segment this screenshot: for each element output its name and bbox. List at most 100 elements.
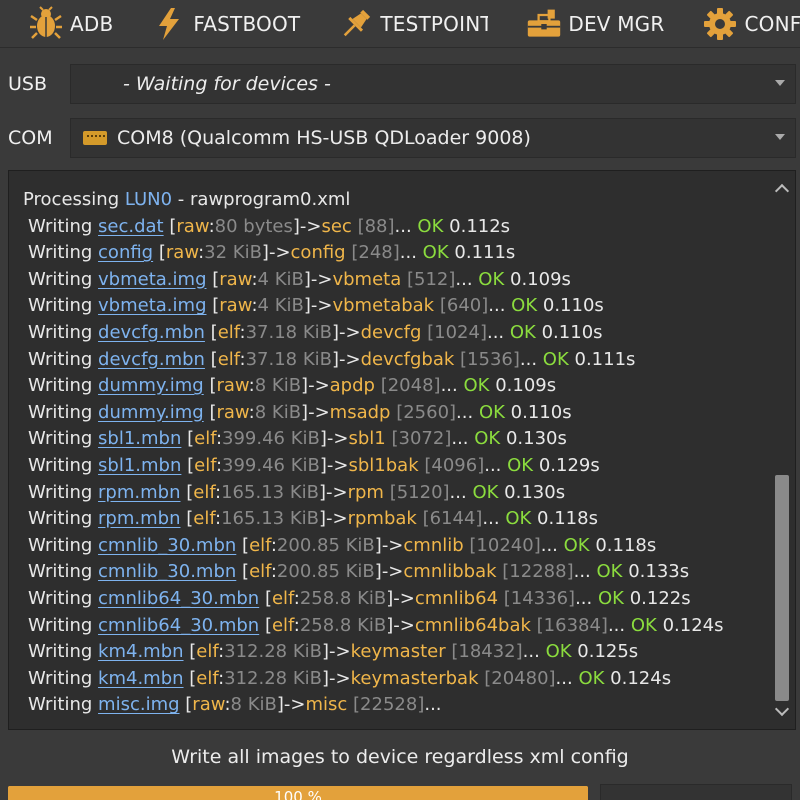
serial-port-icon xyxy=(83,131,107,145)
log-format: elf xyxy=(249,534,271,556)
log-partition: sec xyxy=(321,215,352,237)
log-status-ok: OK xyxy=(596,561,623,583)
log-writing-word: Writing xyxy=(28,348,93,370)
log-panel[interactable]: Processing LUN0 - rawprogram0.xml Writin… xyxy=(8,170,796,730)
log-arrow: -> xyxy=(299,215,322,237)
scroll-thumb[interactable] xyxy=(775,475,789,701)
log-format: raw xyxy=(219,295,252,317)
log-format: elf xyxy=(271,587,294,609)
log-file-link[interactable]: vbmeta.img xyxy=(98,295,206,316)
log-sector: [18432] xyxy=(451,641,523,663)
log-file-link[interactable]: dummy.img xyxy=(98,402,204,423)
log-entry: Writing cmnlib64_30.mbn [elf:258.8 KiB]-… xyxy=(28,587,691,609)
usb-device-select[interactable]: - Waiting for devices - xyxy=(70,64,796,104)
write-all-option[interactable]: Write all images to device regardless xm… xyxy=(0,740,800,774)
log-duration: 0.112s xyxy=(449,215,511,237)
com-label: COM xyxy=(8,127,53,149)
log-duration: 0.133s xyxy=(628,561,690,583)
config-button[interactable]: CONFIG xyxy=(674,0,800,48)
log-arrow: -> xyxy=(308,401,330,423)
log-arrow: -> xyxy=(268,242,291,264)
log-file-link[interactable]: cmnlib_30.mbn xyxy=(98,561,236,582)
log-partition: rpm xyxy=(347,481,384,503)
log-file-link[interactable]: sec.dat xyxy=(98,216,164,237)
log-partition: sbl1 xyxy=(348,428,386,450)
log-scrollbar[interactable] xyxy=(769,171,795,729)
log-arrow: -> xyxy=(283,694,306,716)
log-file-link[interactable]: devcfg.mbn xyxy=(98,349,205,370)
log-file-link[interactable]: rpm.mbn xyxy=(98,482,180,503)
log-partition: keymaster xyxy=(350,641,446,663)
log-format: raw xyxy=(176,215,209,237)
log-partition: keymasterbak xyxy=(350,667,479,689)
log-ellipsis: ... xyxy=(451,428,469,450)
log-sector: [88] xyxy=(357,215,395,237)
log-partition: devcfgbak xyxy=(360,348,455,370)
log-size: 165.13 KiB xyxy=(221,481,319,503)
log-header-prefix: Processing xyxy=(23,189,125,210)
adb-button[interactable]: ADB xyxy=(0,0,123,48)
log-file-link[interactable]: config xyxy=(98,242,153,263)
log-file-link[interactable]: cmnlib64_30.mbn xyxy=(98,588,259,609)
scroll-up-icon[interactable] xyxy=(769,175,795,201)
log-entry: Writing sbl1.mbn [elf:399.46 KiB]->sbl1 … xyxy=(28,428,567,450)
log-ellipsis: ... xyxy=(607,614,626,636)
log-ellipsis: ... xyxy=(455,268,473,290)
main-toolbar: ADB FASTBOOT TESTPOINT DEV MGR CONF xyxy=(0,0,800,48)
log-partition: misc xyxy=(305,694,348,716)
log-duration: 0.129s xyxy=(538,454,600,476)
pin-icon xyxy=(338,6,374,42)
log-sector: [6144] xyxy=(422,508,483,530)
chevron-down-icon xyxy=(775,134,785,140)
com-port-select[interactable]: COM8 (Qualcomm HS-USB QDLoader 9008) xyxy=(70,118,796,158)
log-partition: cmnlib64bak xyxy=(414,614,531,636)
log-status-ok: OK xyxy=(509,321,536,343)
log-writing-word: Writing xyxy=(28,454,93,476)
log-size: 80 bytes xyxy=(214,215,293,237)
log-entry: Writing dummy.img [raw:8 KiB]->apdp [204… xyxy=(28,375,557,397)
log-writing-word: Writing xyxy=(28,667,93,689)
fastboot-button[interactable]: FASTBOOT xyxy=(123,0,310,48)
log-arrow: -> xyxy=(326,508,348,530)
log-file-link[interactable]: sbl1.mbn xyxy=(98,455,181,476)
log-format: elf xyxy=(249,561,271,583)
log-writing-word: Writing xyxy=(28,561,93,583)
log-writing-word: Writing xyxy=(28,401,93,423)
log-file-link[interactable]: cmnlib_30.mbn xyxy=(98,535,236,556)
log-file-link[interactable]: cmnlib64_30.mbn xyxy=(98,615,259,636)
scroll-down-icon[interactable] xyxy=(769,699,795,725)
log-arrow: -> xyxy=(310,295,333,317)
log-status-ok: OK xyxy=(417,215,444,237)
lightning-icon xyxy=(151,6,187,42)
log-partition: devcfg xyxy=(360,321,422,343)
log-format: elf xyxy=(196,641,219,663)
log-sector: [512] xyxy=(406,268,456,290)
log-ellipsis: ... xyxy=(575,587,593,609)
log-file-link[interactable]: km4.mbn xyxy=(98,641,184,662)
log-ellipsis: ... xyxy=(540,534,558,556)
action-button[interactable] xyxy=(600,784,792,800)
usb-select-value: - Waiting for devices - xyxy=(123,73,331,95)
log-file-link[interactable]: rpm.mbn xyxy=(98,508,180,529)
log-arrow: -> xyxy=(326,481,348,503)
log-duration: 0.130s xyxy=(505,428,567,450)
log-file-link[interactable]: vbmeta.img xyxy=(98,269,206,290)
log-size: 312.28 KiB xyxy=(224,641,323,663)
log-size: 8 KiB xyxy=(254,401,302,423)
log-status-ok: OK xyxy=(478,268,505,290)
log-ellipsis: ... xyxy=(486,321,505,343)
log-file-link[interactable]: dummy.img xyxy=(98,375,204,396)
log-file-link[interactable]: km4.mbn xyxy=(98,668,184,689)
testpoint-button[interactable]: TESTPOINT xyxy=(310,0,498,48)
dev-mgr-button[interactable]: DEV MGR xyxy=(498,0,674,48)
log-partition: cmnlib xyxy=(403,534,464,556)
log-arrow: -> xyxy=(326,454,349,476)
config-label: CONFIG xyxy=(744,11,800,36)
log-format: elf xyxy=(217,348,240,370)
log-sector: [2560] xyxy=(396,401,457,423)
log-file-link[interactable]: misc.img xyxy=(98,694,180,715)
log-file-link[interactable]: devcfg.mbn xyxy=(98,322,205,343)
log-partition: cmnlib64 xyxy=(414,587,499,609)
log-writing-word: Writing xyxy=(28,614,93,636)
log-file-link[interactable]: sbl1.mbn xyxy=(98,428,181,449)
